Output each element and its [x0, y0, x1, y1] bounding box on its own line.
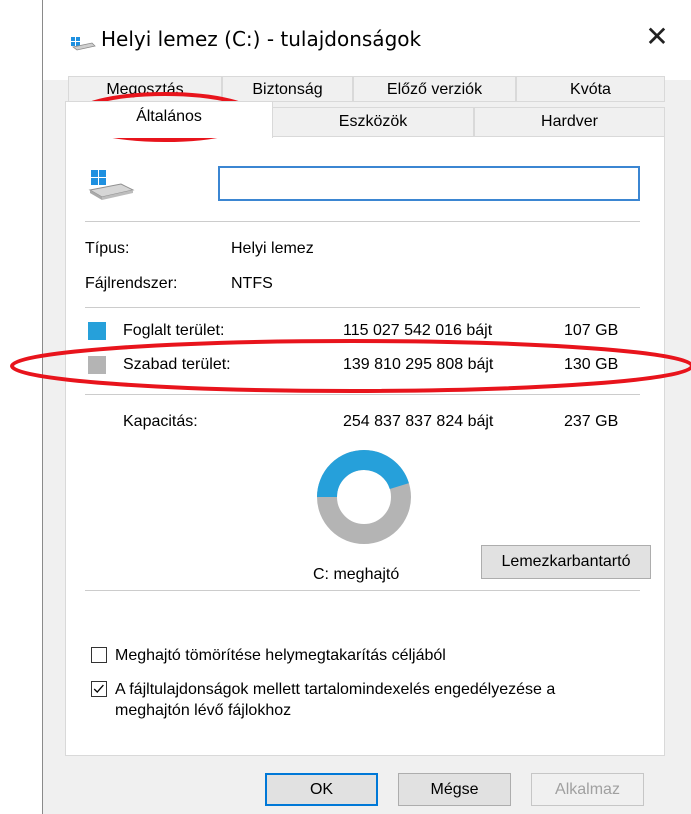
separator — [85, 590, 640, 591]
used-space-label: Foglalt terület: — [123, 322, 225, 339]
tab-hardver[interactable]: Hardver — [474, 107, 665, 137]
properties-window: Helyi lemez (C:) - tulajdonságok ✕ Megos… — [42, 0, 691, 814]
title-bar: Helyi lemez (C:) - tulajdonságok ✕ — [43, 0, 691, 80]
tab-megosztas[interactable]: Megosztás — [68, 76, 222, 102]
indexing-label-line2: meghajtón lévő fájlokhoz — [115, 702, 292, 719]
drive-icon — [88, 170, 135, 200]
checkmark-icon — [93, 684, 104, 694]
drive-name-input[interactable] — [218, 166, 640, 201]
capacity-gb: 237 GB — [564, 413, 619, 430]
compress-checkbox[interactable] — [91, 647, 107, 663]
filesystem-value: NTFS — [231, 275, 273, 292]
capacity-bytes: 254 837 837 824 bájt — [343, 413, 494, 430]
window-title: Helyi lemez (C:) - tulajdonságok — [101, 27, 422, 51]
indexing-label-line1: A fájltulajdonságok mellett tartalominde… — [115, 681, 556, 698]
free-space-gb: 130 GB — [564, 356, 619, 373]
separator — [85, 307, 640, 308]
tab-eszkozok[interactable]: Eszközök — [272, 107, 474, 137]
cancel-button[interactable]: Mégse — [398, 773, 511, 806]
free-space-bytes: 139 810 295 808 bájt — [343, 356, 494, 373]
usage-donut-chart — [317, 450, 411, 544]
used-space-gb: 107 GB — [564, 322, 619, 339]
indexing-checkbox[interactable] — [91, 681, 107, 697]
drive-label: C: meghajtó — [313, 566, 400, 583]
filesystem-label: Fájlrendszer: — [85, 275, 178, 292]
tab-altalanos[interactable]: Általános — [65, 101, 273, 138]
used-space-bytes: 115 027 542 016 bájt — [343, 322, 493, 339]
apply-button[interactable]: Alkalmaz — [531, 773, 644, 806]
close-icon: ✕ — [645, 20, 669, 53]
tab-biztonsag[interactable]: Biztonság — [222, 76, 353, 102]
separator — [85, 221, 640, 222]
type-value: Helyi lemez — [231, 240, 314, 257]
tab-elozo-verziok[interactable]: Előző verziók — [353, 76, 516, 102]
drive-icon — [71, 37, 96, 51]
capacity-label: Kapacitás: — [123, 413, 198, 430]
tab-kvota[interactable]: Kvóta — [516, 76, 665, 102]
free-space-swatch — [88, 356, 106, 374]
disk-cleanup-button[interactable]: Lemezkarbantartó — [481, 545, 651, 579]
compress-label: Meghajtó tömörítése helymegtakarítás cél… — [115, 647, 446, 664]
free-space-label: Szabad terület: — [123, 356, 231, 373]
type-label: Típus: — [85, 240, 130, 257]
separator — [85, 394, 640, 395]
close-button[interactable]: ✕ — [639, 22, 675, 52]
ok-button[interactable]: OK — [265, 773, 378, 806]
used-space-swatch — [88, 322, 106, 340]
